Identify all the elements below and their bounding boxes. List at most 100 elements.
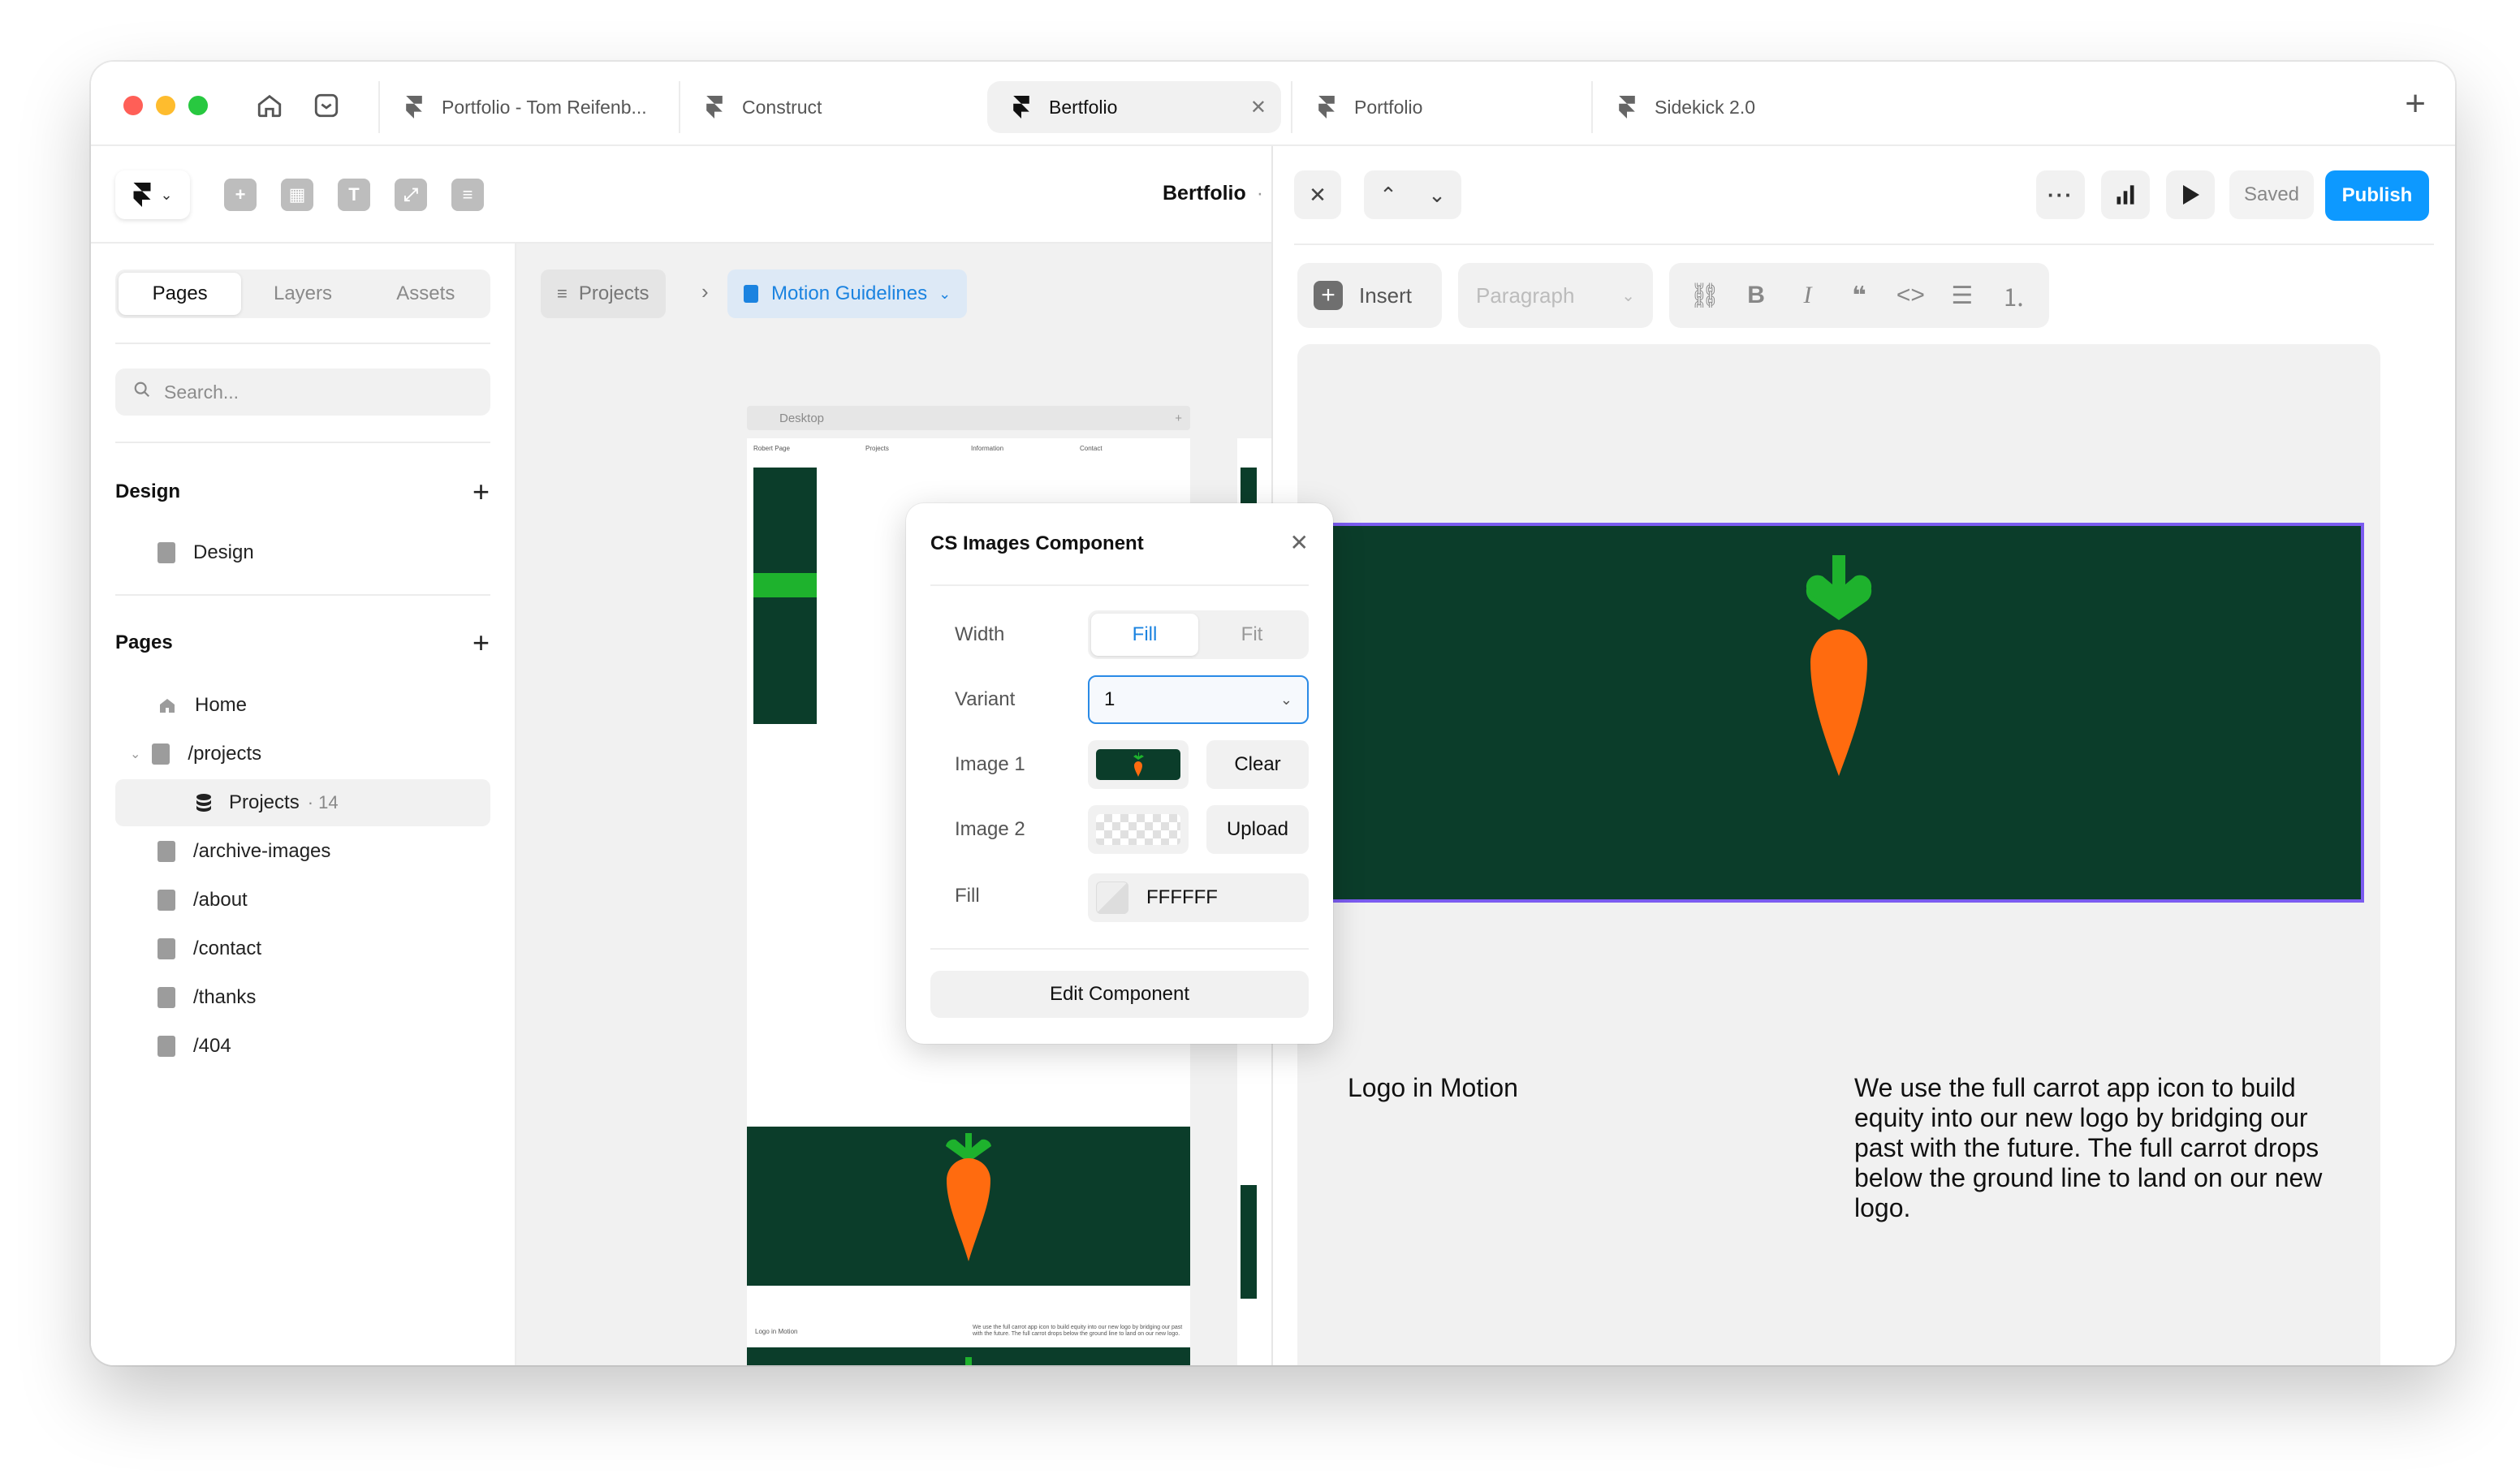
chevron-up-icon[interactable]: ⌃ xyxy=(1379,183,1397,208)
carrot-logo-icon xyxy=(946,1133,991,1261)
new-tab-plus-icon[interactable]: + xyxy=(2405,86,2426,122)
page-icon xyxy=(158,841,175,862)
breadcrumb-projects[interactable]: ≡ Projects xyxy=(541,269,666,318)
tab-label: Sidekick 2.0 xyxy=(1655,96,1756,118)
chevron-down-icon: ⌄ xyxy=(1279,691,1292,708)
framer-menu-button[interactable]: ⌄ xyxy=(115,170,190,219)
publish-button[interactable]: Publish xyxy=(2325,170,2429,221)
cms-selected-image[interactable] xyxy=(1314,523,2364,903)
cms-tool-icon[interactable]: ≡ xyxy=(451,179,484,211)
fill-color-value: FFFFFF xyxy=(1146,886,1218,908)
page-icon xyxy=(744,285,758,303)
tab-assets[interactable]: Assets xyxy=(365,273,487,315)
bold-icon[interactable]: B xyxy=(1738,282,1774,309)
paragraph-style-select[interactable]: Paragraph ⌄ xyxy=(1458,263,1653,328)
search-placeholder: Search... xyxy=(164,381,239,403)
insert-tool-icon[interactable]: + xyxy=(224,179,257,211)
minimize-window-button[interactable] xyxy=(156,96,175,115)
cms-pane: ✕ ⌃ ⌄ ··· Saved Publish + Insert Paragra… xyxy=(1271,146,2455,1365)
image1-thumbnail[interactable] xyxy=(1088,740,1189,789)
italic-icon[interactable]: I xyxy=(1790,282,1826,309)
chevron-down-icon: ⌄ xyxy=(939,285,951,302)
add-page-plus-icon[interactable]: + xyxy=(472,628,490,657)
image-caption[interactable]: Logo in Motion xyxy=(1348,1073,1518,1103)
body-text[interactable]: We use the full carrot app icon to build… xyxy=(1854,1073,2341,1223)
more-options-icon[interactable]: ··· xyxy=(2036,170,2085,219)
framer-icon xyxy=(404,96,424,119)
width-fill-option[interactable]: Fill xyxy=(1091,614,1198,656)
code-icon[interactable]: <> xyxy=(1892,282,1928,309)
tab-sidekick[interactable]: Sidekick 2.0 xyxy=(1591,81,1892,133)
divider xyxy=(115,343,490,344)
editor-toolbar: ⌄ + ▦ T ⤢ ≡ Bertfolio · xyxy=(91,146,1271,244)
tab-layers[interactable]: Layers xyxy=(241,273,364,315)
tab-bertfolio[interactable]: Bertfolio ✕ xyxy=(987,81,1281,133)
mini-nav-item: Contact xyxy=(1080,445,1102,452)
chevron-down-icon[interactable]: ⌄ xyxy=(130,746,140,762)
saved-status-button[interactable]: Saved xyxy=(2229,170,2314,219)
home-icon[interactable] xyxy=(250,86,289,125)
carrot-leaf-icon xyxy=(965,1357,972,1365)
breadcrumb-label: Motion Guidelines xyxy=(771,282,928,304)
color-swatch[interactable] xyxy=(1096,881,1128,914)
chevron-down-icon: ⌄ xyxy=(1621,287,1635,305)
vector-tool-icon[interactable]: ⤢ xyxy=(395,179,427,211)
sidebar-item-label: Projects xyxy=(229,791,300,813)
numbered-list-icon[interactable]: ⒈ xyxy=(1996,278,2031,313)
frame-carrot-image-2 xyxy=(747,1347,1190,1365)
variant-select[interactable]: 1 ⌄ xyxy=(1088,675,1309,724)
text-tool-icon[interactable]: T xyxy=(338,179,370,211)
carrot-logo-icon xyxy=(1806,555,1872,777)
page-icon xyxy=(158,1036,175,1057)
sidebar-item-projects-folder[interactable]: ⌄ /projects xyxy=(115,731,490,778)
chevron-right-icon: › xyxy=(701,279,709,304)
analytics-icon[interactable] xyxy=(2101,170,2150,219)
inbox-icon[interactable] xyxy=(307,86,346,125)
pages-section-title: Pages xyxy=(115,631,173,653)
close-icon[interactable]: ✕ xyxy=(1294,170,1341,219)
sidebar-item-thanks[interactable]: /thanks xyxy=(115,974,490,1021)
sidebar-item-home[interactable]: Home xyxy=(115,682,490,729)
sidebar-item-archive-images[interactable]: /archive-images xyxy=(115,828,490,875)
tab-portfolio[interactable]: Portfolio xyxy=(1291,81,1591,133)
insert-button[interactable]: + Insert xyxy=(1297,263,1442,328)
count-separator: · xyxy=(307,792,314,812)
quote-icon[interactable]: ❝ xyxy=(1841,282,1877,310)
carrot-logo-icon xyxy=(1133,752,1144,777)
edit-component-button[interactable]: Edit Component xyxy=(930,971,1309,1018)
image2-thumbnail[interactable] xyxy=(1088,805,1189,854)
sidebar-tabs: Pages Layers Assets xyxy=(115,269,490,318)
sidebar-item-design[interactable]: Design xyxy=(115,529,490,576)
framer-logo-icon xyxy=(133,183,151,207)
sidebar-item-about[interactable]: /about xyxy=(115,877,490,924)
variant-label: Variant xyxy=(955,688,1016,710)
zoom-window-button[interactable] xyxy=(188,96,208,115)
play-icon[interactable] xyxy=(2166,170,2215,219)
add-frame-plus-icon[interactable]: + xyxy=(1175,412,1182,425)
search-input[interactable]: Search... xyxy=(115,368,490,416)
tab-construct[interactable]: Construct xyxy=(679,81,968,133)
layout-tool-icon[interactable]: ▦ xyxy=(281,179,313,211)
tab-portfolio-tom[interactable]: Portfolio - Tom Reifenb... xyxy=(378,81,677,133)
sidebar-item-projects-cms[interactable]: Projects · 14 xyxy=(115,779,490,826)
sidebar-item-404[interactable]: /404 xyxy=(115,1023,490,1070)
mini-nav-item: Projects xyxy=(865,445,889,452)
close-tab-icon[interactable]: ✕ xyxy=(1250,96,1266,119)
chevron-down-icon[interactable]: ⌄ xyxy=(1428,183,1446,208)
sidebar-item-contact[interactable]: /contact xyxy=(115,925,490,972)
breadcrumb-motion-guidelines[interactable]: Motion Guidelines ⌄ xyxy=(727,269,968,318)
link-icon[interactable]: ⛓ xyxy=(1687,282,1723,310)
close-window-button[interactable] xyxy=(123,96,143,115)
bullet-list-icon[interactable]: ☰ xyxy=(1944,282,1980,310)
add-design-plus-icon[interactable]: + xyxy=(472,477,490,506)
frame-label[interactable]: Desktop + xyxy=(747,406,1190,430)
sidebar-item-label: /about xyxy=(193,889,248,911)
clear-image-button[interactable]: Clear xyxy=(1206,740,1309,789)
fill-color-field[interactable]: FFFFFF xyxy=(1088,873,1309,922)
page-icon xyxy=(158,987,175,1008)
upload-image-button[interactable]: Upload xyxy=(1206,805,1309,854)
tab-pages[interactable]: Pages xyxy=(119,273,242,315)
cms-content-area[interactable]: Logo in Motion We use the full carrot ap… xyxy=(1297,344,2380,1365)
width-fit-option[interactable]: Fit xyxy=(1198,614,1305,656)
close-icon[interactable]: ✕ xyxy=(1290,529,1309,556)
